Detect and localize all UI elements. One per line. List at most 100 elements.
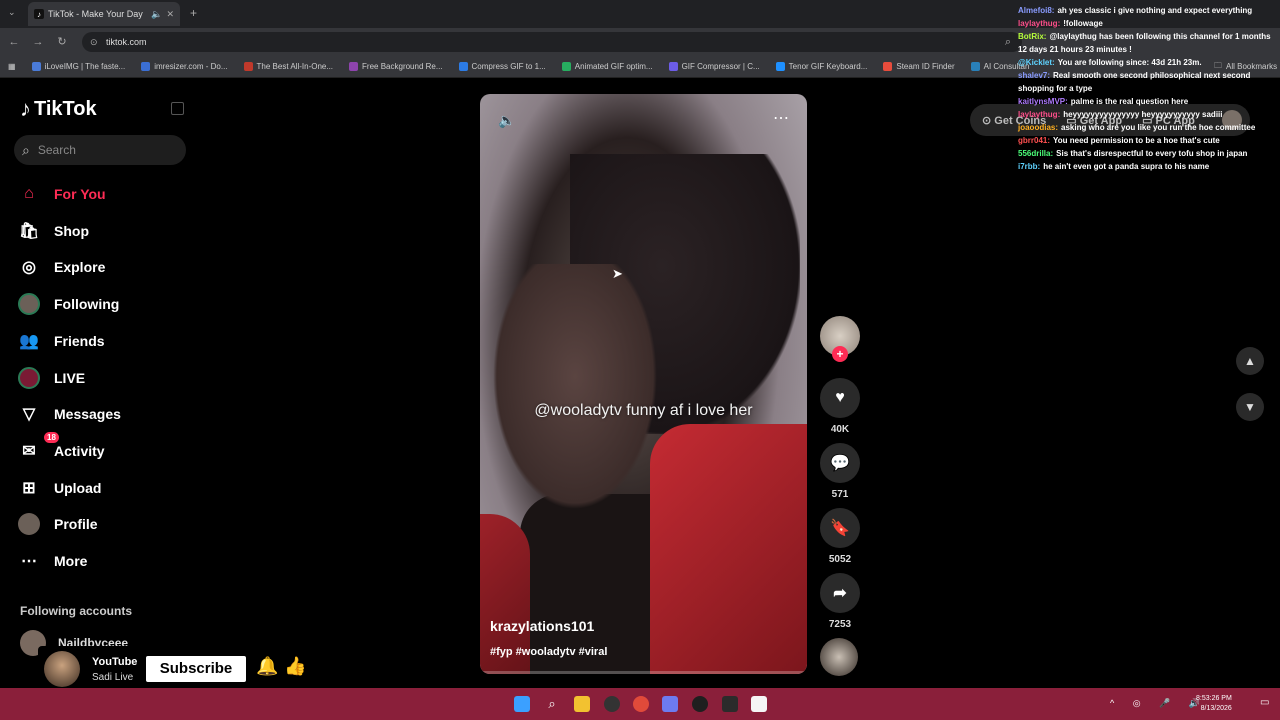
more-options-icon[interactable]: ⋯ — [773, 108, 789, 128]
tab-list-icon[interactable]: ⌄ — [8, 7, 16, 18]
share-icon: ➦ — [820, 573, 860, 613]
bookmark-item[interactable]: Free Background Re... — [341, 62, 450, 71]
mouse-cursor-icon: ➤ — [612, 266, 623, 281]
follow-plus-icon[interactable]: + — [832, 346, 848, 362]
zoom-icon[interactable]: ⌕ — [1000, 34, 1016, 50]
bookmark-item[interactable]: Animated GIF optim... — [554, 62, 661, 71]
tab-audio-icon[interactable]: 🔈 — [151, 9, 162, 20]
chat-text: You are following since: 43d 21h 23m. — [1057, 58, 1202, 67]
sidebar-item-label: Friends — [54, 332, 105, 349]
profile-icon — [18, 513, 40, 536]
youtube-label: YouTube — [92, 656, 138, 668]
chat-text: he ain't even got a panda supra to his n… — [1043, 162, 1210, 171]
volume-icon[interactable]: 🔈 — [498, 112, 515, 129]
sidebar-item-activity[interactable]: ✉ Activity 18 — [18, 431, 188, 465]
chat-username: joaoodias: — [1018, 123, 1059, 132]
like-action[interactable]: ♥ 40K — [820, 378, 860, 435]
sidebar-item-explore[interactable]: ◎ Explore — [18, 253, 188, 281]
search-icon: ⌕ — [22, 141, 30, 158]
home-icon: ⌂ — [24, 185, 34, 202]
sidebar-item-profile[interactable]: Profile — [18, 510, 188, 538]
tiktok-logo[interactable]: ♪ TikTok — [20, 96, 97, 122]
chat-message: shalev7: Real smooth one second philosoph… — [1018, 69, 1276, 95]
comment-action[interactable]: 💬 571 — [820, 443, 860, 500]
new-tab-button[interactable]: + — [190, 6, 197, 20]
bookmark-item[interactable]: Compress GIF to 1... — [451, 62, 554, 71]
video-player[interactable]: 🔈 ⋯ @wooladytv funny af i love her krazy… — [480, 94, 807, 674]
site-info-icon[interactable]: ⊙ — [90, 32, 98, 52]
tiktok-note-icon: ♪ — [20, 96, 31, 121]
file-explorer-icon[interactable] — [574, 696, 590, 712]
bookmark-item[interactable]: imresizer.com - Do... — [133, 62, 235, 71]
thumbs-up-icon[interactable]: 👍 — [284, 656, 306, 677]
music-disc-icon[interactable] — [820, 638, 858, 676]
bookmark-item[interactable]: Tenor GIF Keyboard... — [768, 62, 876, 71]
youtube-subscribe-overlay: YouTube Sadi Live Subscribe 🔔 👍 — [38, 646, 316, 692]
back-button[interactable]: ← — [6, 34, 22, 50]
bookmark-favicon-icon — [31, 62, 41, 71]
url-input[interactable]: ⊙ tiktok.com — [82, 32, 1022, 52]
notepad-icon[interactable] — [751, 696, 767, 712]
system-tray-icons[interactable]: ^ ◎ 🎤 🔊 — [1110, 698, 1208, 709]
app-icon[interactable] — [722, 696, 738, 712]
search-input[interactable]: ⌕ Search — [14, 135, 186, 165]
chat-username: gbrr041: — [1018, 136, 1051, 145]
forward-button[interactable]: → — [30, 34, 46, 50]
search-placeholder: Search — [37, 143, 76, 157]
chat-text: palme is the real question here — [1070, 97, 1189, 106]
bookmark-item[interactable]: iLoveIMG | The faste... — [24, 62, 134, 71]
notification-icon[interactable]: ▭ — [1260, 697, 1269, 708]
sidebar-item-label: More — [54, 553, 88, 569]
video-hashtags[interactable]: #fyp #wooladytv #viral — [490, 646, 607, 658]
sidebar-item-more[interactable]: ⋯ More — [18, 547, 188, 575]
sidebar-item-label: Profile — [54, 516, 98, 533]
video-author[interactable]: krazylations101 — [490, 618, 594, 634]
spotify-icon[interactable] — [692, 696, 708, 712]
video-progress-bar[interactable] — [480, 671, 807, 674]
sidebar-item-friends[interactable]: 👥 Friends — [18, 327, 188, 355]
chat-message: 556drilla: Sis that's disrespectful to ev… — [1018, 147, 1276, 160]
bookmark-item[interactable]: The Best All-In-One... — [236, 62, 341, 71]
share-count: 7253 — [828, 619, 852, 630]
chat-username: laylaythug: — [1018, 110, 1061, 119]
next-video-button[interactable]: ▼ — [1236, 393, 1264, 421]
tab-close-icon[interactable]: ✕ — [166, 9, 174, 20]
sidebar-item-shop[interactable]: 🛍 Shop — [18, 217, 188, 245]
sidebar-item-label: Activity — [54, 442, 105, 459]
notification-badge: 18 — [44, 431, 59, 443]
bookmark-item[interactable]: GIF Compressor | C... — [661, 62, 768, 71]
chat-username: i7rbb: — [1018, 162, 1041, 171]
bell-icon[interactable]: 🔔 — [256, 656, 278, 677]
discord-icon[interactable] — [662, 696, 678, 712]
bag-icon: 🛍 — [18, 222, 40, 240]
sidebar-item-for-you[interactable]: ⌂ For You — [18, 180, 188, 208]
sidebar-item-following[interactable]: Following — [18, 290, 188, 318]
apps-grid-icon[interactable]: ▦ — [0, 62, 24, 71]
browser-tab[interactable]: ♪ TikTok - Make Your Day 🔈 ✕ — [28, 2, 180, 26]
share-action[interactable]: ➦ 7253 — [820, 573, 860, 630]
sidebar-item-upload[interactable]: ⊞ Upload — [18, 474, 188, 502]
sidebar-item-label: Upload — [54, 479, 102, 496]
chat-username: laylaythug: — [1018, 19, 1061, 28]
chat-username: Almefoi8: — [1018, 6, 1055, 15]
sidebar-item-messages[interactable]: ▽ Messages — [18, 400, 188, 428]
bookmark-item[interactable]: Steam ID Finder — [875, 62, 962, 71]
taskbar-clock[interactable]: 8:53:26 PM 8/13/2026 — [1196, 694, 1232, 714]
collapse-sidebar-icon[interactable] — [171, 102, 184, 115]
sidebar-item-live[interactable]: LIVE — [18, 364, 188, 392]
reload-button[interactable]: ↻ — [54, 34, 70, 50]
subscribe-button[interactable]: Subscribe — [146, 656, 246, 682]
chrome-icon[interactable] — [633, 696, 649, 712]
sidebar-item-label: Following — [54, 296, 120, 313]
heart-icon: ♥ — [820, 378, 860, 418]
comment-count: 571 — [831, 489, 849, 500]
search-taskbar-icon[interactable]: ⌕ — [544, 696, 560, 712]
previous-video-button[interactable]: ▲ — [1236, 347, 1264, 375]
start-icon[interactable] — [514, 696, 530, 712]
bookmark-favicon-icon — [970, 62, 980, 71]
chat-username: kaitlynsMVP: — [1018, 97, 1068, 106]
save-action[interactable]: 🔖 5052 — [820, 508, 860, 565]
obs-icon[interactable] — [604, 696, 620, 712]
more-icon: ⋯ — [21, 553, 37, 570]
chat-text: ah yes classic i give nothing and expect… — [1057, 6, 1253, 15]
